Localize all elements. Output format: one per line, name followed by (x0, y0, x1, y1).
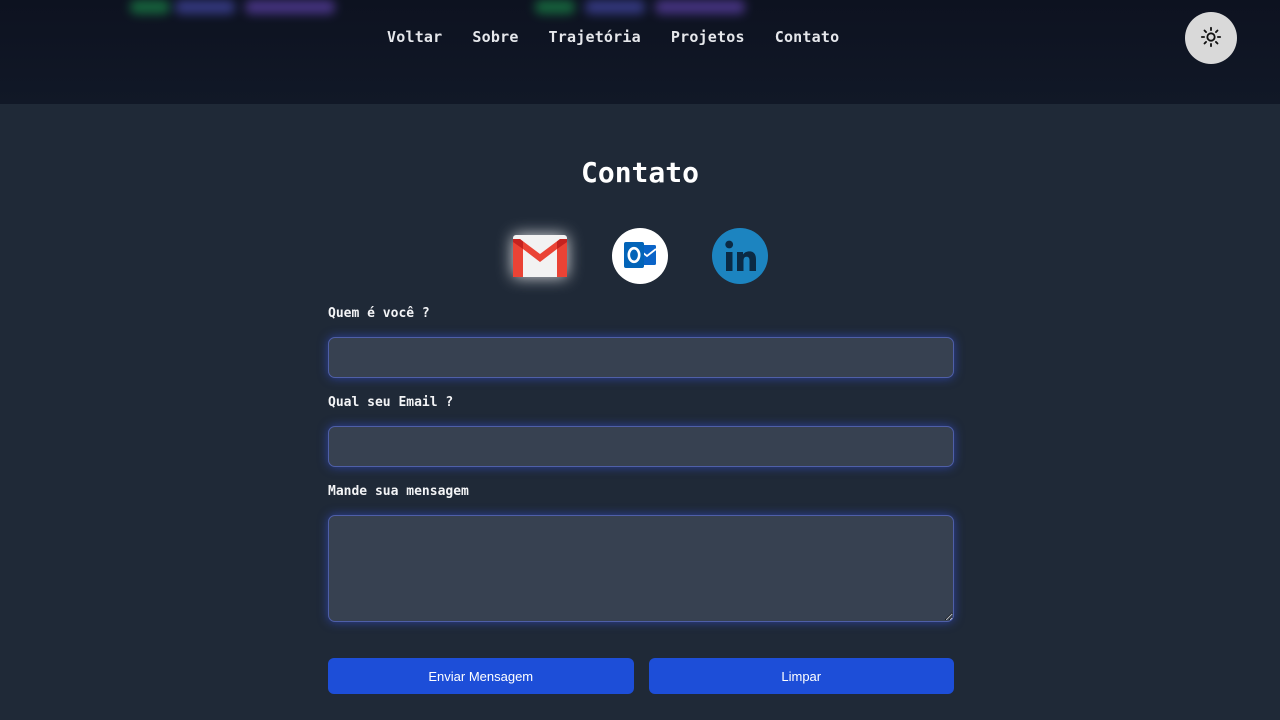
send-message-button[interactable]: Enviar Mensagem (328, 658, 634, 694)
linkedin-link[interactable] (712, 228, 768, 288)
decorative-blur (245, 0, 335, 14)
name-label: Quem é você ? (328, 306, 430, 321)
nav-projetos[interactable]: Projetos (656, 26, 760, 48)
decorative-blur (535, 0, 575, 14)
decorative-blur (175, 0, 235, 14)
contact-form: Quem é você ? Qual seu Email ? Mande sua… (328, 304, 954, 622)
social-links (0, 228, 1280, 288)
clear-button[interactable]: Limpar (648, 658, 954, 694)
outlook-link[interactable] (612, 228, 668, 288)
nav-voltar[interactable]: Voltar (372, 26, 457, 48)
decorative-blur (655, 0, 745, 14)
email-input[interactable] (328, 426, 954, 467)
linkedin-icon (712, 228, 768, 288)
page-title: Contato (580, 156, 699, 189)
outlook-icon (612, 228, 668, 288)
main-nav: Voltar Sobre Trajetória Projetos Contato (372, 26, 854, 48)
sun-icon (1200, 26, 1222, 51)
nav-contato[interactable]: Contato (760, 26, 855, 48)
site-header: Voltar Sobre Trajetória Projetos Contato (0, 0, 1280, 104)
gmail-icon (511, 233, 569, 283)
nav-trajetoria[interactable]: Trajetória (534, 26, 656, 48)
decorative-blur (130, 0, 170, 14)
message-textarea[interactable] (328, 515, 954, 622)
decorative-blur (585, 0, 645, 14)
nav-sobre[interactable]: Sobre (457, 26, 533, 48)
theme-toggle-button[interactable] (1185, 12, 1237, 64)
email-label: Qual seu Email ? (328, 395, 454, 410)
form-actions: Enviar Mensagem Limpar (328, 658, 954, 694)
message-label: Mande sua mensagem (328, 484, 469, 499)
name-input[interactable] (328, 337, 954, 378)
gmail-link[interactable] (512, 230, 568, 286)
